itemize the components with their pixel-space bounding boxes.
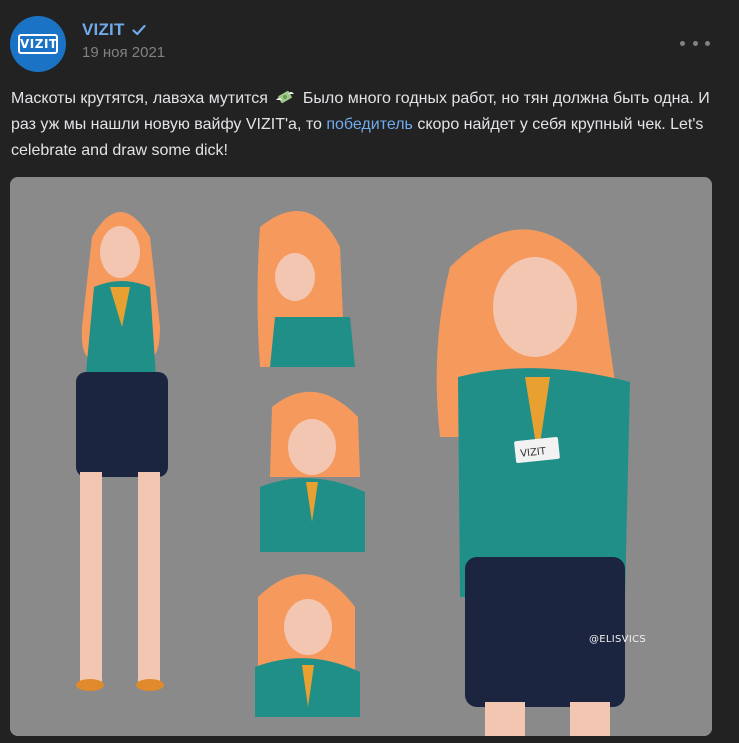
more-options-icon[interactable] xyxy=(680,36,710,50)
post-date[interactable]: 19 ноя 2021 xyxy=(82,44,165,61)
post-text-part-1: Маскоты крутятся, лавэха мутится xyxy=(11,90,268,107)
author-header: VIZIT xyxy=(82,20,147,40)
mascot-artwork: VIZIT xyxy=(10,177,712,736)
winner-link[interactable]: победитель xyxy=(326,116,413,133)
post-image[interactable]: VIZIT @ELISVICS xyxy=(10,177,712,736)
author-name[interactable]: VIZIT xyxy=(82,20,125,40)
money-with-wings-icon xyxy=(276,90,295,104)
head-sketch-2 xyxy=(260,391,365,552)
avatar[interactable]: VIZIT xyxy=(10,16,66,72)
portrait-figure: VIZIT xyxy=(436,229,630,736)
artist-watermark: @ELISVICS xyxy=(589,634,647,645)
vizit-logo: VIZIT xyxy=(18,34,58,54)
post: VIZIT VIZIT 19 ноя 2021 Маскоты крутятся… xyxy=(0,0,739,743)
post-text: Маскоты крутятся, лавэха мутится Было мн… xyxy=(11,86,723,164)
head-sketch-3 xyxy=(255,574,360,717)
verified-icon xyxy=(131,24,146,36)
